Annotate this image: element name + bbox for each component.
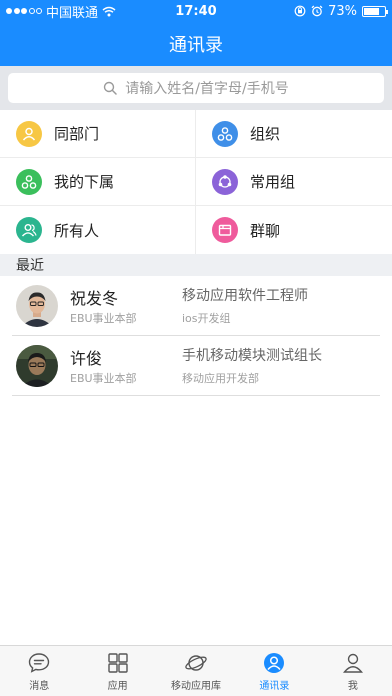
contact-row[interactable]: 许俊 EBU事业本部 手机移动模块测试组长 移动应用开发部: [12, 336, 380, 396]
folder-icon: [212, 217, 238, 243]
contact-name: 祝发冬: [70, 289, 119, 308]
category-my-subordinates[interactable]: 我的下属: [0, 158, 196, 206]
contact-title: 手机移动模块测试组长: [182, 348, 322, 364]
search-bar: 请输入姓名/首字母/手机号: [0, 66, 392, 110]
user-icon: [342, 653, 363, 673]
search-icon: [104, 81, 118, 95]
planet-icon: [185, 654, 207, 671]
search-placeholder: 请输入姓名/首字母/手机号: [125, 81, 289, 97]
people-icon: [16, 217, 42, 243]
category-label: 常用组: [250, 173, 296, 191]
contact-row[interactable]: 祝发冬 EBU事业本部 移动应用软件工程师 ios开发组: [12, 276, 380, 336]
tab-app-store[interactable]: 移动应用库: [157, 646, 235, 696]
recent-section-header: 最近: [0, 254, 392, 276]
tab-label: 通讯录: [259, 680, 290, 692]
category-everyone[interactable]: 所有人: [0, 206, 196, 254]
category-label: 群聊: [250, 221, 281, 240]
group-icon: [212, 168, 238, 195]
avatar: [16, 284, 58, 327]
signal-icon: [6, 8, 42, 14]
tab-label: 移动应用库: [171, 680, 222, 692]
section-title: 最近: [16, 258, 44, 274]
org-icon: [16, 168, 42, 195]
tab-label: 我: [347, 680, 358, 692]
contact-department: EBU事业本部: [70, 312, 137, 325]
category-group-chat[interactable]: 群聊: [196, 206, 392, 254]
contact-title: 移动应用软件工程师: [182, 288, 308, 304]
contact-department: EBU事业本部: [70, 372, 137, 385]
chat-icon: [29, 652, 50, 673]
contact-team: ios开发组: [182, 312, 231, 325]
alarm-icon: [311, 5, 323, 17]
tab-messages[interactable]: 消息: [0, 646, 78, 696]
status-bar: 中国联通 17:40 73%: [0, 0, 392, 22]
tab-label: 应用: [107, 680, 128, 692]
search-input[interactable]: 请输入姓名/首字母/手机号: [8, 73, 384, 103]
category-label: 同部门: [54, 125, 100, 143]
category-label: 我的下属: [54, 173, 115, 191]
category-organization[interactable]: 组织: [196, 110, 392, 158]
category-label: 所有人: [54, 221, 100, 240]
tab-bar: 消息 应用 移动应用库 通讯录 我: [0, 645, 392, 696]
nav-bar: 通讯录: [0, 22, 392, 66]
category-frequent-groups[interactable]: 常用组: [196, 158, 392, 206]
carrier: 中国联通: [46, 5, 99, 21]
tab-me[interactable]: 我: [314, 646, 392, 696]
contacts-screen: 中国联通 17:40 73% 通讯录 请输入姓名/首字母/手机号 同部门 组织 …: [0, 0, 392, 696]
tab-apps[interactable]: 应用: [78, 646, 156, 696]
person-icon: [16, 120, 42, 147]
tab-label: 消息: [29, 680, 50, 692]
category-label: 组织: [250, 125, 281, 143]
avatar: [16, 344, 58, 387]
contact-team: 移动应用开发部: [182, 372, 259, 385]
page-title: 通讯录: [169, 35, 223, 56]
rotation-lock-icon: [294, 5, 306, 17]
category-grid: 同部门 组织 我的下属 常用组 所有人 群聊: [0, 110, 392, 254]
contacts-icon: [264, 652, 285, 673]
apps-icon: [107, 652, 128, 673]
org-icon: [212, 120, 238, 147]
wifi-icon: [102, 6, 116, 16]
category-same-department[interactable]: 同部门: [0, 110, 196, 158]
battery-percent: 73%: [328, 3, 357, 19]
battery-icon: [362, 5, 388, 17]
contact-name: 许俊: [70, 349, 103, 368]
tab-contacts[interactable]: 通讯录: [235, 646, 313, 696]
